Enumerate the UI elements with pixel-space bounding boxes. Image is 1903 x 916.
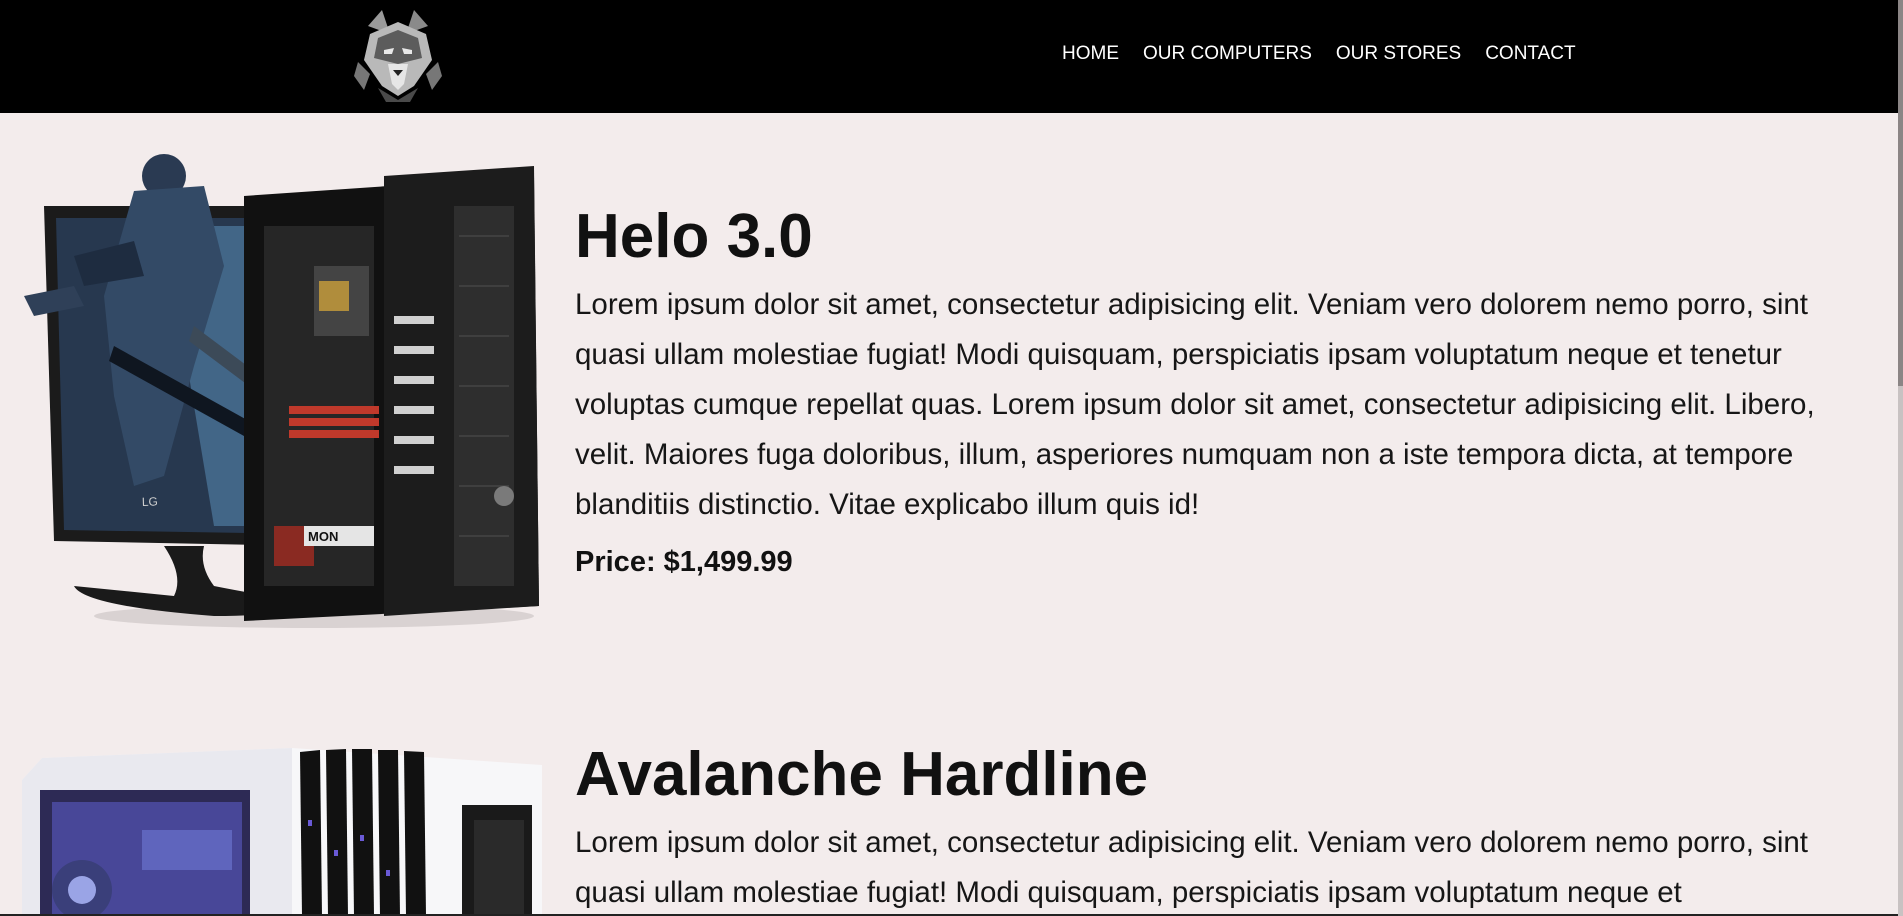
product-info: Helo 3.0 Lorem ipsum dolor sit amet, con… — [575, 202, 1815, 582]
product-description: Lorem ipsum dolor sit amet, consectetur … — [575, 288, 1815, 521]
product-price: Price: $1,499.99 — [575, 546, 793, 578]
product-title: Helo 3.0 — [575, 202, 813, 271]
nav-our-stores-link[interactable]: OUR STORES — [1336, 41, 1461, 67]
product-card: Avalanche Hardline Lorem ipsum dolor sit… — [0, 740, 1898, 916]
product-info: Avalanche Hardline Lorem ipsum dolor sit… — [575, 740, 1815, 916]
nav-our-computers-link[interactable]: OUR COMPUTERS — [1143, 41, 1312, 67]
page-scrollbar[interactable] — [1898, 0, 1903, 916]
gaming-pc-with-monitor-image: LG MON — [14, 146, 544, 631]
wolf-logo-icon[interactable] — [348, 4, 448, 104]
nav-home-link[interactable]: HOME — [1062, 41, 1119, 67]
svg-text:MON: MON — [308, 529, 338, 544]
scrollbar-thumb[interactable] — [1898, 0, 1903, 386]
page: HOME OUR COMPUTERS OUR STORES CONTACT LG… — [0, 0, 1903, 916]
white-pc-case-image — [22, 740, 542, 916]
product-description: Lorem ipsum dolor sit amet, consectetur … — [575, 826, 1809, 909]
main-nav: HOME OUR COMPUTERS OUR STORES CONTACT — [1062, 41, 1576, 67]
svg-text:LG: LG — [142, 494, 158, 509]
nav-contact-link[interactable]: CONTACT — [1485, 41, 1575, 67]
site-header: HOME OUR COMPUTERS OUR STORES CONTACT — [0, 0, 1898, 113]
product-card: LG MON Helo 3.0 Lorem ipsum dolor sit am… — [0, 146, 1898, 646]
product-title: Avalanche Hardline — [575, 740, 1149, 809]
